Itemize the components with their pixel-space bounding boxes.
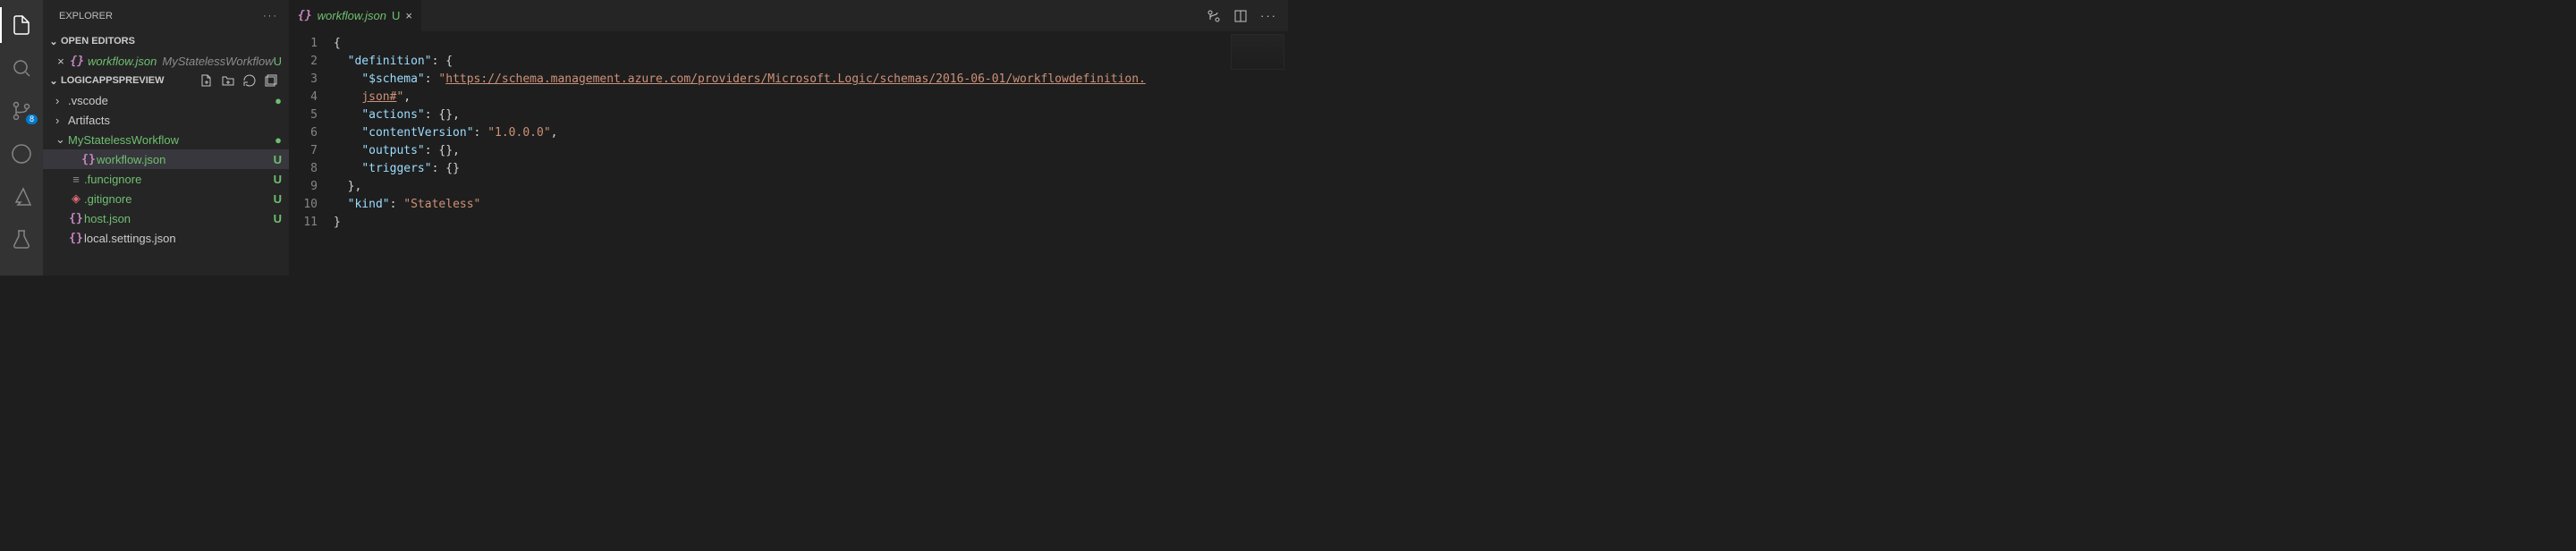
- close-icon[interactable]: ×: [405, 9, 412, 22]
- item-label: .vscode: [68, 94, 269, 107]
- item-label: local.settings.json: [84, 232, 269, 245]
- item-label: .funcignore: [84, 173, 269, 186]
- sidebar-title-row: EXPLORER ···: [43, 0, 289, 31]
- search-icon: [11, 57, 32, 79]
- code-editor[interactable]: 1234567891011 { "definition": { "$schema…: [289, 31, 1288, 276]
- workspace-name: LOGICAPPSPREVIEW: [61, 75, 165, 86]
- chevron-icon: ⌄: [55, 132, 68, 147]
- more-icon[interactable]: ···: [263, 11, 278, 21]
- folder-mystatelessworkflow[interactable]: ⌄MyStatelessWorkflow●: [43, 130, 289, 149]
- close-icon[interactable]: ×: [57, 55, 70, 68]
- file-workflow-json[interactable]: {}workflow.jsonU: [43, 149, 289, 169]
- tab-name: workflow.json: [318, 9, 386, 22]
- folder-artifacts[interactable]: ›Artifacts: [43, 110, 289, 130]
- source-control-badge: 8: [26, 114, 38, 124]
- chevron-icon: ›: [55, 94, 68, 107]
- github-icon: [11, 143, 32, 165]
- json-icon: {}: [298, 9, 312, 22]
- open-editor-status: U: [274, 55, 282, 68]
- git-status: U: [269, 153, 282, 166]
- files-icon: [11, 14, 32, 36]
- git-icon: ◈: [68, 191, 84, 206]
- file--funcignore[interactable]: ≡.funcignoreU: [43, 169, 289, 189]
- chevron-down-icon: ⌄: [47, 36, 61, 47]
- json-icon: {}: [68, 212, 84, 225]
- modified-dot: ●: [269, 94, 282, 107]
- git-status: U: [269, 173, 282, 186]
- tab-status: U: [392, 9, 400, 22]
- file-local-settings-json[interactable]: {}local.settings.json: [43, 228, 289, 248]
- flask-icon: [11, 229, 32, 250]
- modified-dot: ●: [269, 133, 282, 147]
- open-editors-label: OPEN EDITORS: [61, 36, 135, 47]
- testing-activity[interactable]: [0, 222, 43, 258]
- item-label: MyStatelessWorkflow: [68, 133, 269, 147]
- git-status: U: [269, 212, 282, 225]
- file--gitignore[interactable]: ◈.gitignoreU: [43, 189, 289, 208]
- open-editor-item[interactable]: × {} workflow.json MyStatelessWorkflow U: [43, 51, 289, 71]
- item-label: Artifacts: [68, 114, 269, 127]
- source-control-activity[interactable]: 8: [0, 93, 43, 129]
- chevron-down-icon: ⌄: [47, 75, 61, 87]
- activity-bar: 8: [0, 0, 43, 276]
- azure-activity[interactable]: [0, 179, 43, 215]
- file-icon: ≡: [68, 173, 84, 186]
- tab-workflow[interactable]: {} workflow.json U ×: [289, 0, 421, 31]
- sidebar: EXPLORER ··· ⌄ OPEN EDITORS × {} workflo…: [43, 0, 289, 276]
- item-label: .gitignore: [84, 192, 269, 206]
- more-icon[interactable]: ···: [1260, 9, 1277, 22]
- open-editors-header[interactable]: ⌄ OPEN EDITORS: [43, 31, 289, 51]
- json-icon: {}: [80, 153, 97, 166]
- refresh-icon[interactable]: [242, 73, 257, 88]
- sidebar-title: EXPLORER: [59, 11, 113, 21]
- chevron-icon: ›: [55, 114, 68, 127]
- open-editor-name: workflow.json: [88, 55, 157, 68]
- json-icon: {}: [68, 232, 84, 245]
- item-label: host.json: [84, 212, 269, 225]
- tab-bar: {} workflow.json U × ···: [289, 0, 1288, 31]
- git-status: U: [269, 192, 282, 206]
- azure-icon: [11, 186, 32, 208]
- split-editor-icon[interactable]: [1233, 9, 1248, 23]
- minimap[interactable]: [1231, 34, 1284, 70]
- json-icon: {}: [70, 55, 84, 68]
- new-file-icon[interactable]: [199, 73, 214, 88]
- editor-area: {} workflow.json U × ··· 1234567891011 {…: [289, 0, 1288, 276]
- explorer-activity[interactable]: [0, 7, 43, 43]
- workspace-header[interactable]: ⌄ LOGICAPPSPREVIEW: [43, 71, 289, 90]
- collapse-icon[interactable]: [264, 73, 278, 88]
- folder--vscode[interactable]: ›.vscode●: [43, 90, 289, 110]
- open-editor-path: MyStatelessWorkflow: [162, 55, 273, 68]
- new-folder-icon[interactable]: [221, 73, 235, 88]
- github-activity[interactable]: [0, 136, 43, 172]
- line-numbers: 1234567891011: [289, 35, 334, 276]
- compare-icon[interactable]: [1207, 9, 1221, 23]
- item-label: workflow.json: [97, 153, 269, 166]
- file-host-json[interactable]: {}host.jsonU: [43, 208, 289, 228]
- code-content[interactable]: { "definition": { "$schema": "https://sc…: [334, 35, 1288, 276]
- search-activity[interactable]: [0, 50, 43, 86]
